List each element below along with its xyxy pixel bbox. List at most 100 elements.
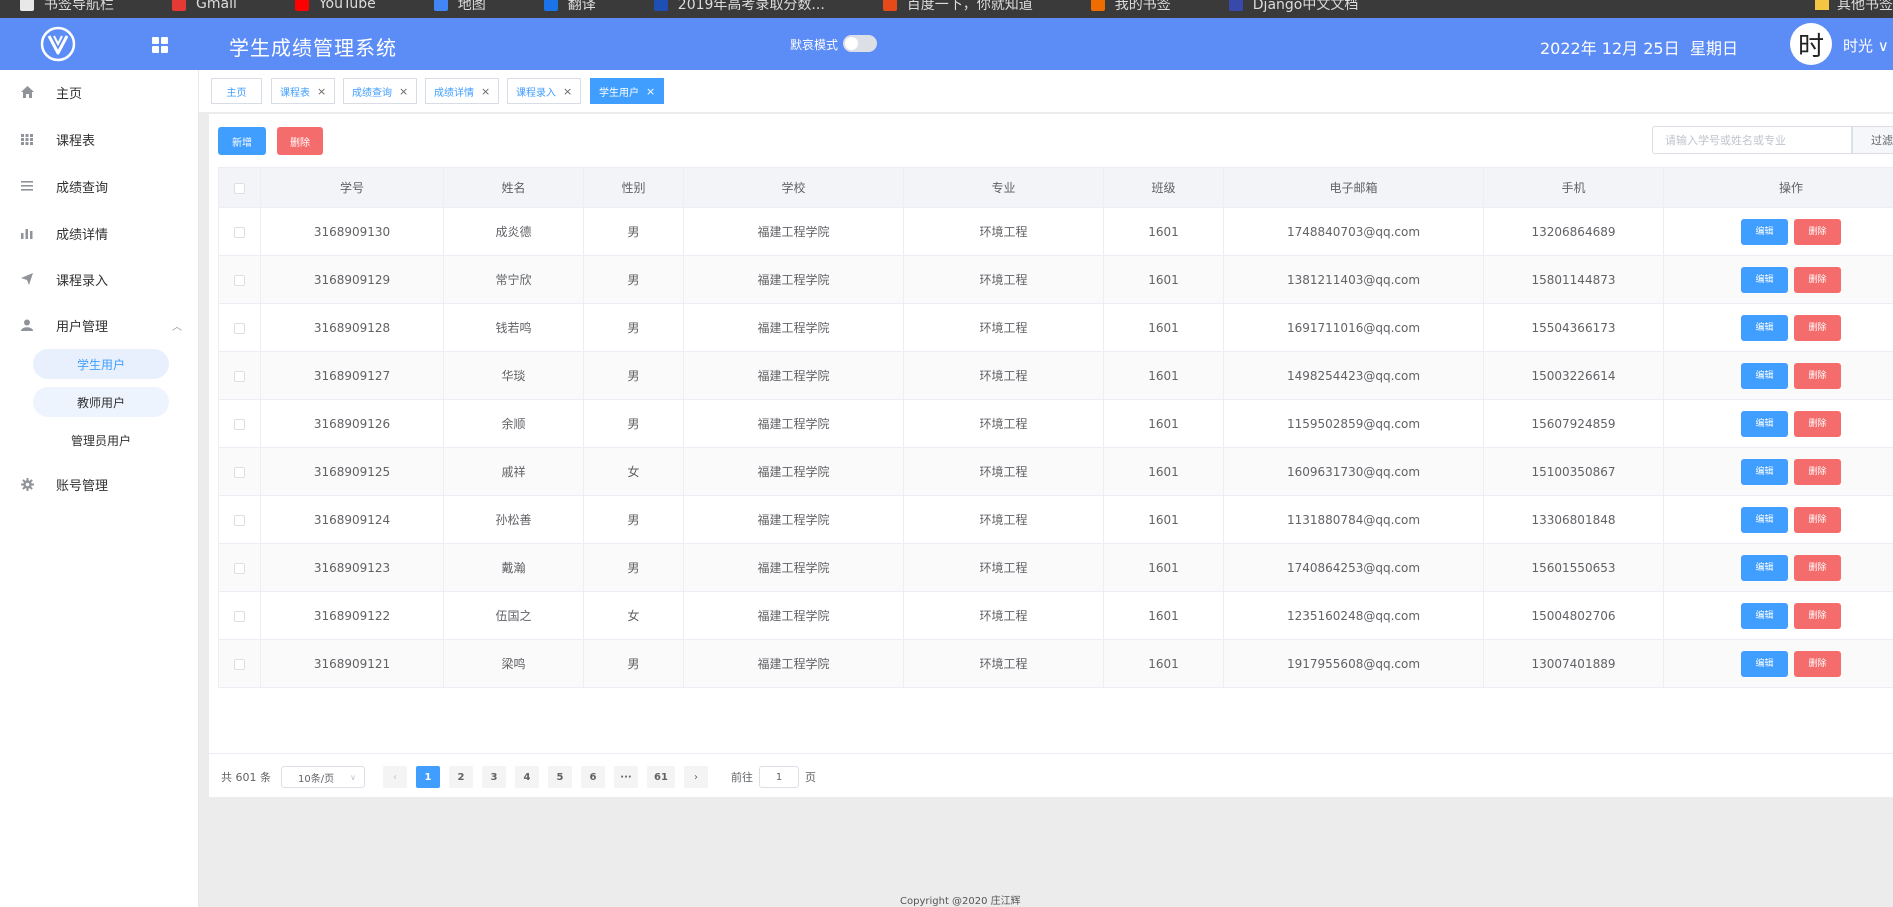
table-row: 3168909124 孙松善男福建工程学院 环境工程 1601 1131880784@q… xyxy=(218,495,1893,544)
bookmark-item[interactable]: Gmail xyxy=(172,0,237,14)
tab-label: 主页 xyxy=(226,87,247,99)
delete-button[interactable]: 删除 xyxy=(1794,314,1841,341)
collapse-menu-icon[interactable] xyxy=(152,37,168,53)
bookmark-item[interactable]: YouTube xyxy=(294,0,376,14)
edit-button[interactable]: 编辑 xyxy=(1741,266,1788,293)
sidebar-subitem-teacher-users[interactable]: 教师用户 xyxy=(33,387,169,417)
student-id-cell: 3168909126 xyxy=(260,399,444,448)
bookmark-item[interactable]: 我的书签 xyxy=(1090,0,1171,14)
tab-course-entry[interactable]: 课程录入 × xyxy=(507,78,582,104)
row-checkbox[interactable] xyxy=(234,514,245,526)
sidebar-item-home[interactable]: 主页 xyxy=(0,72,199,112)
sidebar-item-account-management[interactable]: 账号管理 xyxy=(0,464,199,504)
row-checkbox[interactable] xyxy=(234,418,245,430)
total-count: 共 601 条 xyxy=(221,771,271,784)
row-checkbox[interactable] xyxy=(234,226,245,238)
sidebar-item-score-detail[interactable]: 成绩详情 xyxy=(0,213,199,253)
page-size-select[interactable]: 10条/页 ∨ xyxy=(281,766,365,788)
email-cell: 1235160248@qq.com xyxy=(1223,591,1484,640)
delete-button[interactable]: 删除 xyxy=(1794,506,1841,533)
sidebar-item-timetable[interactable]: 课程表 xyxy=(0,119,199,159)
edit-button[interactable]: 编辑 xyxy=(1741,554,1788,581)
edit-button[interactable]: 编辑 xyxy=(1741,458,1788,485)
bookmark-item[interactable]: 地图 xyxy=(433,0,486,14)
sidebar-item-score-query[interactable]: 成绩查询 xyxy=(0,166,199,206)
sidebar-subitem-admin-users[interactable]: 管理员用户 xyxy=(33,425,169,455)
user-menu[interactable]: 时光 ∨ xyxy=(1843,35,1889,56)
tab-score-detail[interactable]: 成绩详情 × xyxy=(425,78,500,104)
close-icon[interactable]: × xyxy=(317,85,326,98)
filter-button[interactable]: 过滤 xyxy=(1852,126,1893,154)
delete-button[interactable]: 删除 xyxy=(1794,218,1841,245)
major-cell: 环境工程 xyxy=(903,255,1104,304)
sidebar-item-user-management[interactable]: 用户管理 ︿ xyxy=(0,305,199,345)
close-icon[interactable]: × xyxy=(481,85,490,98)
sidebar-subitem-student-users[interactable]: 学生用户 xyxy=(33,349,169,379)
row-checkbox[interactable] xyxy=(234,610,245,622)
prev-page-button[interactable]: ‹ xyxy=(383,766,407,788)
row-checkbox[interactable] xyxy=(234,322,245,334)
edit-button[interactable]: 编辑 xyxy=(1741,506,1788,533)
edit-button[interactable]: 编辑 xyxy=(1741,218,1788,245)
row-checkbox[interactable] xyxy=(234,370,245,382)
sidebar-item-course-entry[interactable]: 课程录入 xyxy=(0,259,199,299)
delete-button[interactable]: 删除 xyxy=(1794,266,1841,293)
actions-cell: 编辑 删除 xyxy=(1663,207,1893,256)
column-header: 专业 xyxy=(903,167,1104,208)
other-bookmarks[interactable]: 其他书签 xyxy=(1815,0,1893,14)
bookmark-item[interactable]: 翻译 xyxy=(543,0,596,14)
row-checkbox[interactable] xyxy=(234,562,245,574)
table-row: 3168909121 梁鸣男福建工程学院 环境工程 1601 1917955608@qq… xyxy=(218,639,1893,688)
bookmark-item[interactable]: Django中文文档 xyxy=(1228,0,1358,14)
page-number[interactable]: 3 xyxy=(482,766,506,788)
bookmark-item[interactable]: 2019年高考录取分数... xyxy=(653,0,825,14)
select-all-checkbox[interactable] xyxy=(234,182,245,194)
select-all-cell xyxy=(218,167,261,208)
batch-delete-button[interactable]: 删除 xyxy=(277,127,323,155)
major-cell: 环境工程 xyxy=(903,351,1104,400)
close-icon[interactable]: × xyxy=(399,85,408,98)
mourning-mode-toggle[interactable] xyxy=(843,35,877,52)
actions-cell: 编辑 删除 xyxy=(1663,447,1893,496)
tab-timetable[interactable]: 课程表 × xyxy=(271,78,336,104)
tab-student-users[interactable]: 学生用户 × xyxy=(590,78,665,104)
page-ellipsis[interactable]: ··· xyxy=(614,766,638,788)
edit-button[interactable]: 编辑 xyxy=(1741,650,1788,677)
avatar[interactable]: 时 xyxy=(1790,23,1832,65)
page-number[interactable]: 5 xyxy=(548,766,572,788)
close-icon[interactable]: × xyxy=(563,85,572,98)
close-icon[interactable]: × xyxy=(646,85,655,98)
edit-button[interactable]: 编辑 xyxy=(1741,314,1788,341)
table-row: 3168909126 余顺男福建工程学院 环境工程 1601 1159502859@qq… xyxy=(218,399,1893,448)
search-input[interactable] xyxy=(1652,126,1852,154)
delete-button[interactable]: 删除 xyxy=(1794,410,1841,437)
goto-page-input[interactable] xyxy=(759,766,799,788)
page-number[interactable]: 4 xyxy=(515,766,539,788)
row-checkbox[interactable] xyxy=(234,658,245,670)
delete-button[interactable]: 删除 xyxy=(1794,362,1841,389)
page-number[interactable]: 61 xyxy=(647,766,675,788)
delete-button[interactable]: 删除 xyxy=(1794,458,1841,485)
page-number[interactable]: 6 xyxy=(581,766,605,788)
tab-score-query[interactable]: 成绩查询 × xyxy=(343,78,418,104)
bookmark-item[interactable]: 百度一下，你就知道 xyxy=(882,0,1033,14)
app-logo[interactable] xyxy=(40,26,76,62)
delete-button[interactable]: 删除 xyxy=(1794,650,1841,677)
delete-button[interactable]: 删除 xyxy=(1794,602,1841,629)
row-checkbox[interactable] xyxy=(234,274,245,286)
next-page-button[interactable]: › xyxy=(684,766,708,788)
student-id-cell: 3168909129 xyxy=(260,255,444,304)
bookmark-item[interactable]: 书签导航栏 xyxy=(20,0,114,14)
edit-button[interactable]: 编辑 xyxy=(1741,362,1788,389)
bookmark-label: 书签导航栏 xyxy=(44,0,114,13)
page-number[interactable]: 1 xyxy=(416,766,440,788)
row-checkbox[interactable] xyxy=(234,466,245,478)
tab-home[interactable]: 主页 xyxy=(211,78,262,104)
row-select-cell xyxy=(218,351,261,400)
bookmark-label: YouTube xyxy=(318,0,376,12)
page-number[interactable]: 2 xyxy=(449,766,473,788)
add-button[interactable]: 新增 xyxy=(218,127,266,155)
delete-button[interactable]: 删除 xyxy=(1794,554,1841,581)
edit-button[interactable]: 编辑 xyxy=(1741,410,1788,437)
edit-button[interactable]: 编辑 xyxy=(1741,602,1788,629)
